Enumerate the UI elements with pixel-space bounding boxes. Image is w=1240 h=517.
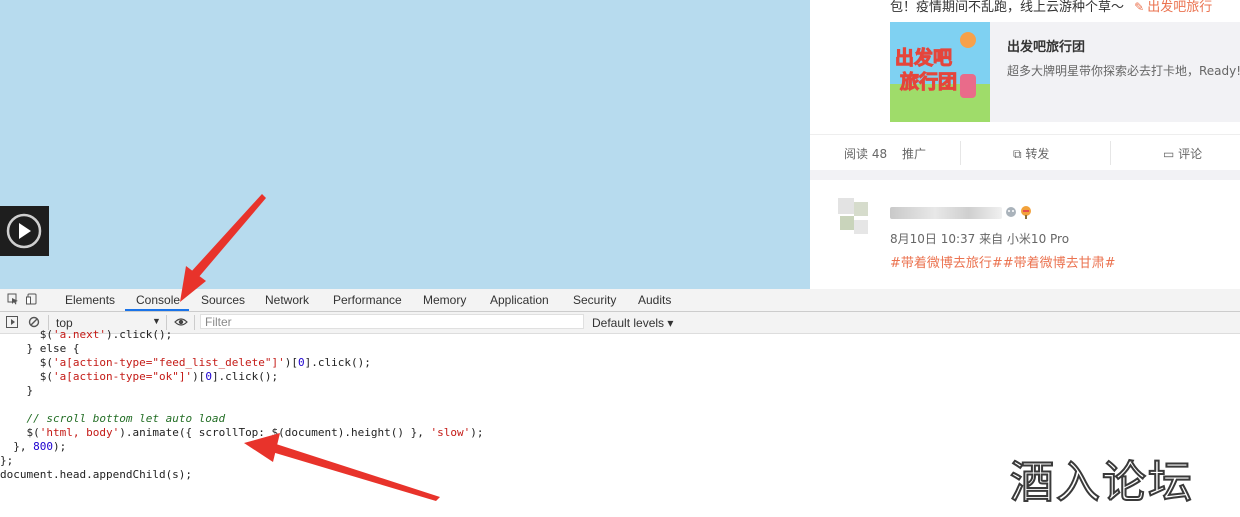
log-levels-dropdown[interactable]: Default levels ▾ <box>592 316 673 330</box>
tab-console[interactable]: Console <box>136 293 180 307</box>
tab-audits[interactable]: Audits <box>638 293 671 307</box>
promote-button[interactable]: 推广 <box>902 145 926 162</box>
comment-button[interactable]: ▭ 评论 <box>1163 145 1202 162</box>
thumb-title-bottom: 旅行团 <box>900 70 957 93</box>
tab-performance[interactable]: Performance <box>333 293 402 307</box>
divider <box>1110 141 1111 165</box>
code-line: }; <box>0 454 14 467</box>
tab-network[interactable]: Network <box>265 293 309 307</box>
code-line: }, 800); <box>0 440 67 453</box>
weibo-feed: 包！疫情期间不乱跑，线上云游种个草～ ✎ 出发吧旅行 出发吧 旅行团 出发吧旅行团… <box>810 0 1240 289</box>
filter-input[interactable] <box>200 314 584 329</box>
devtools-tab-bar: Elements Console Sources Network Perform… <box>0 289 1240 312</box>
clear-console-icon[interactable] <box>28 316 40 328</box>
active-tab-indicator <box>125 309 189 311</box>
source-link-label: 出发吧旅行 <box>1147 0 1213 15</box>
code-line: $('a[action-type="ok"]')[0].click(); <box>0 370 279 383</box>
tab-memory[interactable]: Memory <box>423 293 466 307</box>
tab-application[interactable]: Application <box>490 293 549 307</box>
user-badges <box>1004 205 1034 222</box>
comment-icon: ▭ <box>1163 147 1175 161</box>
post-text-line: 包！疫情期间不乱跑，线上云游种个草～ <box>890 0 1125 15</box>
repost-label: 转发 <box>1025 147 1050 161</box>
avatar[interactable] <box>838 198 874 242</box>
source-link[interactable]: ✎ 出发吧旅行 <box>1134 0 1212 15</box>
link-card-title: 出发吧旅行团 <box>1007 40 1086 55</box>
link-card[interactable]: 出发吧 旅行团 出发吧旅行团 超多大牌明星带你探索必去打卡地，Ready! <box>890 22 1240 122</box>
eye-icon[interactable] <box>174 316 188 328</box>
feed-card: 包！疫情期间不乱跑，线上云游种个草～ ✎ 出发吧旅行 出发吧 旅行团 出发吧旅行团… <box>810 0 1240 170</box>
code-line: document.head.appendChild(s); <box>0 468 193 481</box>
link-card-description: 超多大牌明星带你探索必去打卡地，Ready! <box>1007 64 1240 78</box>
sidebar-toggle-icon[interactable] <box>6 316 18 328</box>
tab-sources[interactable]: Sources <box>201 293 245 307</box>
repost-button[interactable]: ⧉ 转发 <box>1013 145 1049 162</box>
console-toolbar: top ▼ Default levels ▾ <box>0 312 1240 334</box>
tab-elements[interactable]: Elements <box>65 293 115 307</box>
post-text: 包！疫情期间不乱跑，线上云游种个草～ ✎ 出发吧旅行 <box>890 0 1212 15</box>
pencil-icon: ✎ <box>1134 0 1145 14</box>
code-line: } else { <box>0 342 80 355</box>
code-line: } <box>0 384 34 397</box>
code-line: $('a[action-type="feed_list_delete"]')[0… <box>0 356 371 369</box>
post-action-bar: 阅读 48 推广 ⧉ 转发 ▭ 评论 <box>810 134 1240 171</box>
chevron-down-icon[interactable]: ▼ <box>152 316 161 326</box>
video-play-button[interactable] <box>0 206 49 256</box>
post-hashtags[interactable]: #带着微博去旅行##带着微博去甘肃# <box>890 252 1116 271</box>
web-page-viewport: 包！疫情期间不乱跑，线上云游种个草～ ✎ 出发吧旅行 出发吧 旅行团 出发吧旅行团… <box>0 0 1240 289</box>
device-toolbar-icon[interactable] <box>26 293 38 305</box>
code-line: // scroll bottom let auto load <box>26 412 226 425</box>
code-line: $('a.next').click(); <box>0 328 173 341</box>
post-meta: 8月10日 10:37 来自 小米10 Pro <box>890 232 1070 246</box>
inspect-element-icon[interactable] <box>7 293 19 305</box>
username-blurred[interactable] <box>890 207 1002 219</box>
feed-card: 8月10日 10:37 来自 小米10 Pro #带着微博去旅行##带着微博去甘… <box>810 180 1240 289</box>
watermark: 酒入论坛 <box>1009 456 1194 509</box>
divider <box>960 141 961 165</box>
code-line: $('html, body').animate({ scrollTop: $(d… <box>0 426 484 439</box>
thumb-title-top: 出发吧 <box>895 46 952 69</box>
divider <box>194 315 195 330</box>
play-icon <box>6 213 42 249</box>
read-count: 阅读 48 <box>844 147 888 161</box>
repost-icon: ⧉ <box>1013 147 1022 161</box>
comment-label: 评论 <box>1178 147 1203 161</box>
link-card-thumbnail: 出发吧 旅行团 <box>890 22 990 122</box>
tab-security[interactable]: Security <box>573 293 616 307</box>
